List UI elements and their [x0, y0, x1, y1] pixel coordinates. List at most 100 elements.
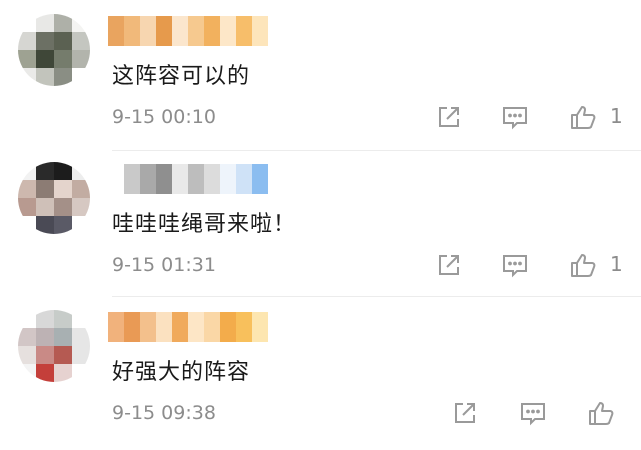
- avatar-pixel: [54, 310, 72, 328]
- comment-item: 好强大的阵容 9-15 09:38: [0, 310, 641, 450]
- avatar-pixel: [54, 162, 72, 180]
- avatar-pixel: [54, 32, 72, 50]
- avatar-pixel: [72, 50, 90, 68]
- share-icon[interactable]: [434, 102, 464, 132]
- avatar-pixel: [72, 68, 90, 86]
- username-pixel: [124, 312, 140, 342]
- comment-text: 好强大的阵容: [112, 360, 251, 385]
- avatar-pixel: [18, 346, 36, 364]
- avatar-pixel: [36, 162, 54, 180]
- username-pixelated[interactable]: [108, 164, 268, 194]
- username-pixel: [124, 164, 140, 194]
- divider: [112, 150, 641, 151]
- username-pixel: [140, 164, 156, 194]
- avatar-pixel: [72, 346, 90, 364]
- comment-time: 9-15 01:31: [112, 254, 216, 276]
- like-count: 1: [610, 252, 623, 276]
- avatar[interactable]: [18, 310, 90, 382]
- avatar-pixel: [54, 180, 72, 198]
- avatar-pixel: [18, 216, 36, 234]
- username-pixel: [140, 16, 156, 46]
- username-pixel: [220, 164, 236, 194]
- avatar-pixel: [36, 216, 54, 234]
- avatar-pixel: [18, 180, 36, 198]
- avatar-pixel: [54, 364, 72, 382]
- like-count: 1: [610, 104, 623, 128]
- username-pixel: [108, 312, 124, 342]
- username-pixel: [204, 312, 220, 342]
- avatar-pixel: [72, 328, 90, 346]
- comment-text: 哇哇哇绳哥来啦！: [112, 212, 297, 237]
- username-pixel: [252, 312, 268, 342]
- avatar-pixel: [54, 346, 72, 364]
- username-pixel: [220, 312, 236, 342]
- avatar-pixel: [54, 198, 72, 216]
- reply-icon[interactable]: [500, 250, 530, 280]
- avatar-pixel: [18, 162, 36, 180]
- username-pixel: [252, 16, 268, 46]
- username-pixel: [172, 164, 188, 194]
- comment-item: 这阵容可以的 9-15 00:10 1: [0, 14, 641, 154]
- avatar-pixel: [54, 14, 72, 32]
- like-icon[interactable]: [568, 102, 598, 132]
- avatar-pixel: [36, 328, 54, 346]
- avatar-pixel: [36, 310, 54, 328]
- avatar-pixel: [72, 32, 90, 50]
- avatar-pixel: [18, 328, 36, 346]
- username-pixel: [236, 312, 252, 342]
- avatar-pixel: [54, 328, 72, 346]
- username-pixel: [188, 16, 204, 46]
- username-pixel: [156, 312, 172, 342]
- username-pixel: [236, 16, 252, 46]
- comment-text: 这阵容可以的: [112, 64, 251, 89]
- username-pixelated[interactable]: [108, 312, 268, 342]
- avatar-pixel: [36, 198, 54, 216]
- username-pixel: [156, 16, 172, 46]
- username-pixel: [204, 16, 220, 46]
- username-pixel: [108, 16, 124, 46]
- avatar-pixel: [54, 50, 72, 68]
- username-pixel: [156, 164, 172, 194]
- avatar-pixel: [36, 364, 54, 382]
- username-pixel: [188, 312, 204, 342]
- avatar-pixel: [72, 14, 90, 32]
- comment-time: 9-15 09:38: [112, 402, 216, 424]
- avatar-pixel: [36, 68, 54, 86]
- avatar[interactable]: [18, 162, 90, 234]
- avatar-pixel: [36, 180, 54, 198]
- share-icon[interactable]: [434, 250, 464, 280]
- avatar-pixel: [54, 68, 72, 86]
- username-pixel: [172, 312, 188, 342]
- avatar-pixel: [72, 198, 90, 216]
- like-icon[interactable]: [586, 398, 616, 428]
- username-pixel: [236, 164, 252, 194]
- avatar-pixel: [72, 162, 90, 180]
- avatar-pixel: [18, 68, 36, 86]
- share-icon[interactable]: [450, 398, 480, 428]
- avatar[interactable]: [18, 14, 90, 86]
- avatar-pixel: [72, 310, 90, 328]
- avatar-pixel: [72, 180, 90, 198]
- avatar-pixel: [18, 198, 36, 216]
- reply-icon[interactable]: [518, 398, 548, 428]
- username-pixel: [188, 164, 204, 194]
- avatar-pixel: [18, 50, 36, 68]
- avatar-pixel: [54, 216, 72, 234]
- username-pixel: [172, 16, 188, 46]
- username-pixel: [108, 164, 124, 194]
- username-pixel: [124, 16, 140, 46]
- comment-time: 9-15 00:10: [112, 106, 216, 128]
- avatar-pixel: [18, 364, 36, 382]
- avatar-pixel: [36, 14, 54, 32]
- divider: [112, 296, 641, 297]
- avatar-pixel: [36, 346, 54, 364]
- username-pixelated[interactable]: [108, 16, 268, 46]
- comment-item: 哇哇哇绳哥来啦！ 9-15 01:31 1: [0, 162, 641, 302]
- username-pixel: [204, 164, 220, 194]
- avatar-pixel: [18, 32, 36, 50]
- avatar-pixel: [36, 50, 54, 68]
- like-icon[interactable]: [568, 250, 598, 280]
- username-pixel: [140, 312, 156, 342]
- reply-icon[interactable]: [500, 102, 530, 132]
- username-pixel: [220, 16, 236, 46]
